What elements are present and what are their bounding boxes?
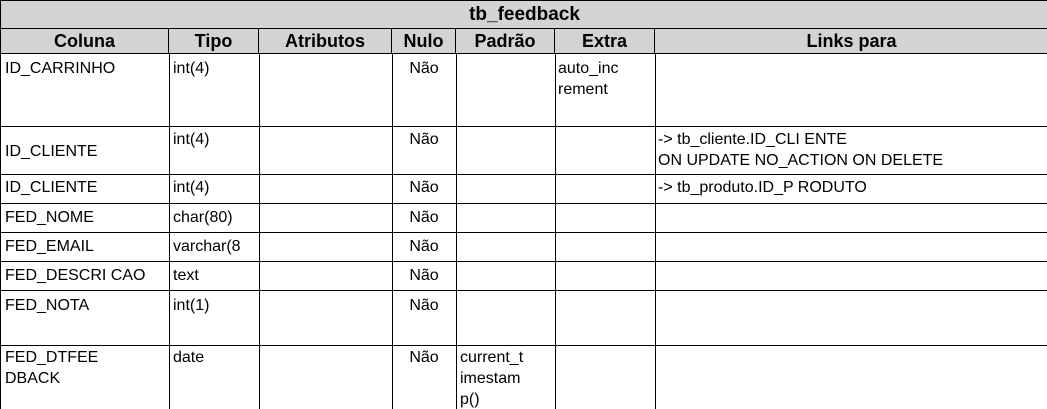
cell-coluna: FED_DTFEE DBACK [5, 349, 99, 387]
cell-coluna: ID_CLIENTE [5, 143, 98, 160]
table-tb-feedback: tb_feedback Coluna Tipo Atributos Nulo P… [0, 0, 1047, 409]
cell-nulo: Não [409, 209, 439, 226]
header-nulo: Nulo [392, 29, 456, 53]
row-divider [1, 174, 1047, 175]
cell-coluna: FED_NOME [5, 209, 94, 226]
cell-tipo: int(4) [173, 131, 210, 148]
cell-coluna: FED_NOTA [5, 297, 90, 314]
header-tipo: Tipo [169, 29, 259, 53]
cell-nulo: Não [409, 60, 439, 77]
cell-nulo: Não [409, 297, 439, 314]
cell-coluna: FED_DESCRI CAO [5, 267, 146, 284]
cell-links: -> tb_produto.ID_P RODUTO ON UPDATE NO_A… [658, 179, 943, 202]
header-extra: Extra [555, 29, 655, 53]
cell-tipo: int(4) [173, 60, 210, 77]
row-divider [1, 290, 1047, 291]
cell-tipo: int(4) [173, 179, 210, 196]
cell-tipo: text [173, 267, 199, 284]
table-title: tb_feedback [1, 0, 1047, 29]
cell-nulo: Não [409, 349, 439, 366]
header-links-para: Links para [806, 31, 897, 51]
row-divider [1, 203, 1047, 204]
cell-tipo: char(80) [173, 209, 233, 226]
cell-coluna: ID_CARRINHO [5, 60, 116, 77]
row-divider [1, 126, 1047, 127]
cell-coluna: ID_CLIENTE [5, 179, 98, 196]
cell-nulo: Não [409, 267, 439, 284]
header-coluna: Coluna [1, 29, 169, 53]
cell-padrao: current_t imestam p() [460, 349, 524, 408]
header-padrao: Padrão [456, 29, 555, 53]
cell-coluna: FED_EMAIL [5, 238, 94, 255]
row-divider [1, 261, 1047, 262]
cell-tipo: varchar(8 [173, 238, 241, 255]
table-header-row: Coluna Tipo Atributos Nulo Padrão Extra … [1, 29, 1047, 54]
cell-tipo: int(1) [173, 297, 210, 314]
row-divider [1, 345, 1047, 346]
cell-tipo: date [173, 349, 205, 366]
header-atributos: Atributos [259, 29, 392, 53]
row-divider [1, 232, 1047, 233]
cell-nulo: Não [409, 238, 439, 255]
cell-links: -> tb_cliente.ID_CLI ENTE ON UPDATE NO_A… [658, 131, 944, 169]
cell-nulo: Não [409, 131, 439, 148]
cell-extra: auto_inc rement [558, 60, 619, 98]
cell-nulo: Não [409, 179, 439, 196]
